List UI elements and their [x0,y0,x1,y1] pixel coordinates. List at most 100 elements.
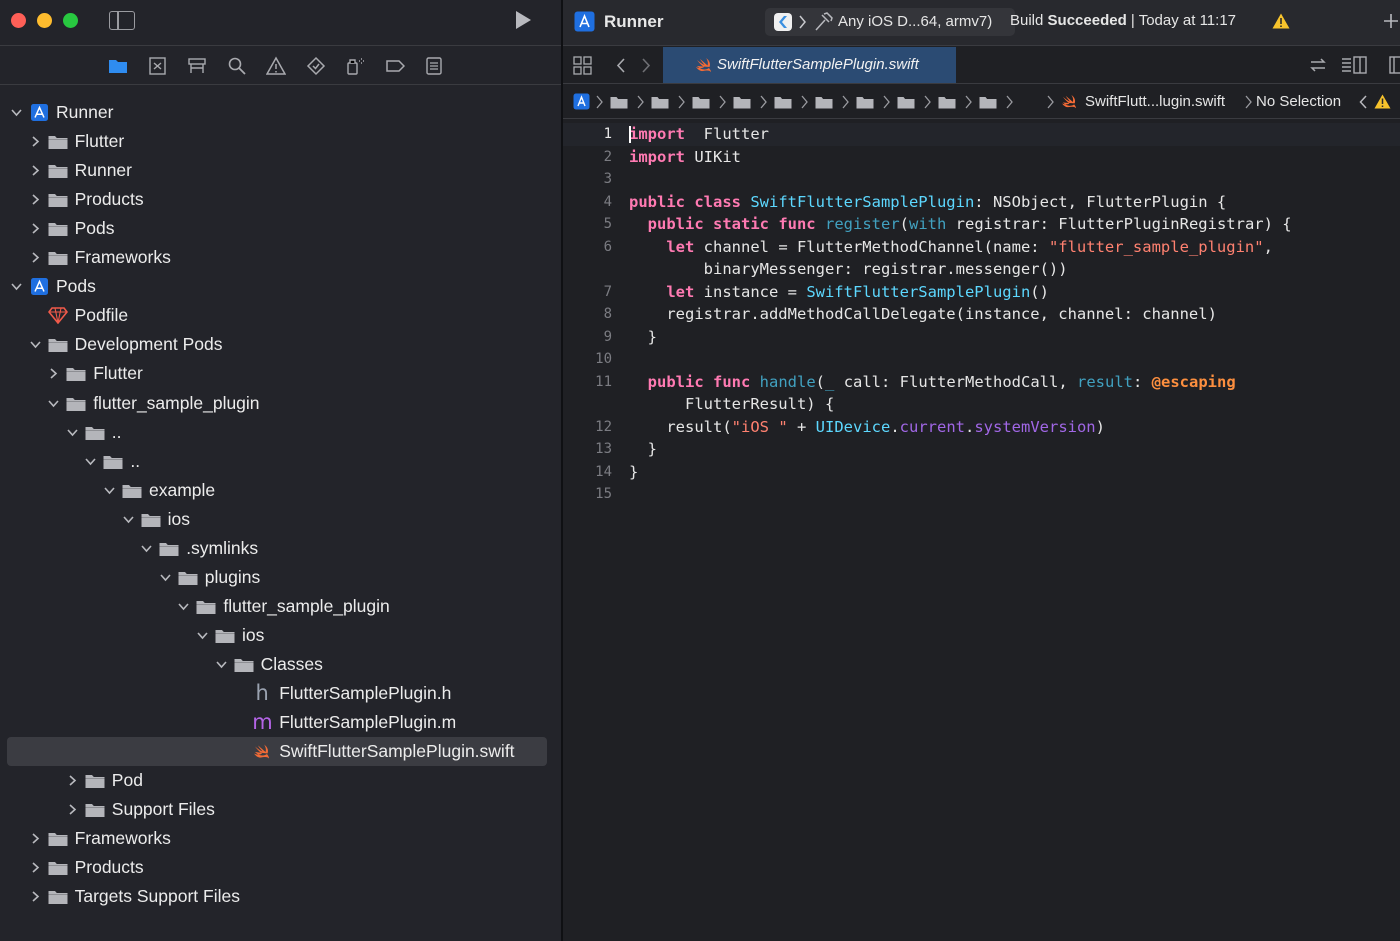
tree-row[interactable]: .symlinks [7,534,547,563]
folder-icon [215,627,235,644]
tree-row[interactable]: hFlutterSamplePlugin.h [7,679,547,708]
tree-row[interactable]: Pods [7,214,547,243]
warning-icon[interactable] [1374,94,1391,109]
folder-icon[interactable] [938,95,956,109]
line-number: 8 [563,303,612,326]
tree-row[interactable]: Pods [7,272,547,301]
issue-navigator-warning-icon[interactable] [266,56,286,76]
breakpoint-navigator-icon[interactable] [385,56,405,76]
code-token: ( [900,215,909,233]
run-icon[interactable] [512,9,534,31]
code-token: instance = [694,283,806,301]
code-token: , [1264,238,1273,256]
jump-bar-file[interactable]: SwiftFlutt...lugin.swift [1085,93,1225,110]
tree-row-label: Flutter [75,127,125,156]
code-token: : NSObject, FlutterPlugin { [974,193,1226,211]
disclosure-chevron-down-icon [48,398,59,409]
folder-icon [48,191,68,208]
tree-row[interactable]: plugins [7,563,547,592]
code-token: register [825,215,900,233]
disclosure-chevron-right-icon [30,833,41,844]
folder-icon [48,162,68,179]
folder-icon[interactable] [897,95,915,109]
code-token: import [629,148,685,166]
split-editor-icon[interactable] [1389,56,1400,74]
symbol-navigator-icon[interactable] [187,56,207,76]
code-text: public func handle(_ call: FlutterMethod… [629,371,1236,394]
sidebar-toggle-icon[interactable] [109,11,135,30]
tree-row[interactable]: flutter_sample_plugin [7,592,547,621]
folder-icon[interactable] [856,95,874,109]
tree-row[interactable]: SwiftFlutterSamplePlugin.swift [7,737,547,766]
code-text: public class SwiftFlutterSamplePlugin: N… [629,191,1226,214]
folder-icon[interactable] [610,95,628,109]
tree-row[interactable]: Podfile [7,301,547,330]
tree-row-label: Frameworks [75,824,171,853]
zoom-window-button[interactable] [63,13,78,28]
tree-row[interactable]: Flutter [7,359,547,388]
code-text: } [629,461,638,484]
tree-row[interactable]: .. [7,418,547,447]
related-items-grid-icon[interactable] [573,56,592,75]
code-token: public static func [648,215,816,233]
tree-row[interactable]: Support Files [7,795,547,824]
tree-row[interactable]: ios [7,505,547,534]
jump-bar-selection[interactable]: No Selection [1256,93,1341,110]
folder-icon[interactable] [774,95,792,109]
code-token [741,193,750,211]
folder-icon[interactable] [692,95,710,109]
tree-row[interactable]: .. [7,447,547,476]
tree-row[interactable]: Pod [7,766,547,795]
close-window-button[interactable] [11,13,26,28]
chevron-right-icon [883,94,890,110]
tree-row[interactable]: Development Pods [7,330,547,359]
tree-row[interactable]: Frameworks [7,243,547,272]
tree-row[interactable]: mFlutterSamplePlugin.m [7,708,547,737]
test-navigator-diamond-icon[interactable] [306,56,326,76]
line-number: 12 [563,416,612,439]
disclosure-chevron-down-icon [141,543,152,554]
file-tab-active[interactable]: SwiftFlutterSamplePlugin.swift [663,47,956,83]
forward-chevron-icon[interactable] [641,57,651,74]
code-token: public class [629,193,741,211]
tree-row[interactable]: Targets Support Files [7,882,547,911]
tree-row[interactable]: Classes [7,650,547,679]
tree-row[interactable]: Runner [7,156,547,185]
folder-icon[interactable] [651,95,669,109]
disclosure-chevron-right-icon [67,804,78,815]
disclosure-chevron-down-icon [85,456,96,467]
tree-row[interactable]: Flutter [7,127,547,156]
tree-row[interactable]: Products [7,185,547,214]
report-navigator-icon[interactable] [424,56,444,76]
folder-icon[interactable] [979,95,997,109]
previous-issue-chevron-icon[interactable] [1359,94,1367,110]
folder-icon [48,830,68,847]
chevron-right-icon [596,94,603,110]
swap-arrows-icon[interactable] [1309,56,1327,74]
tree-row[interactable]: flutter_sample_plugin [7,389,547,418]
source-control-icon[interactable] [148,56,168,76]
main-toolbar: Runner Any iOS D...64, armv7) Build Succ… [563,0,1400,46]
project-icon[interactable] [573,93,590,110]
tree-row[interactable]: example [7,476,547,505]
source-editor[interactable]: 1import Flutter2import UIKit34public cla… [563,120,1400,941]
tree-row-label: Flutter [93,359,143,388]
activity-status: Build Succeeded | Today at 11:17 [1010,12,1236,29]
tree-row[interactable]: Runner [7,98,547,127]
tree-row[interactable]: ios [7,621,547,650]
add-plus-icon[interactable] [1382,12,1400,30]
tree-row[interactable]: Products [7,853,547,882]
scheme-destination-selector[interactable]: Any iOS D...64, armv7) [765,8,1015,36]
folder-icon[interactable] [733,95,751,109]
code-text: FlutterResult) { [629,393,834,416]
minimize-window-button[interactable] [37,13,52,28]
folder-icon [122,482,142,499]
project-navigator-folder-icon[interactable] [108,56,128,76]
folder-icon[interactable] [815,95,833,109]
warning-icon[interactable] [1272,13,1290,29]
back-chevron-icon[interactable] [616,57,626,74]
tree-row[interactable]: Frameworks [7,824,547,853]
debug-navigator-spray-icon[interactable] [345,56,365,76]
find-navigator-search-icon[interactable] [227,56,247,76]
editor-options-icon[interactable] [1341,56,1367,74]
